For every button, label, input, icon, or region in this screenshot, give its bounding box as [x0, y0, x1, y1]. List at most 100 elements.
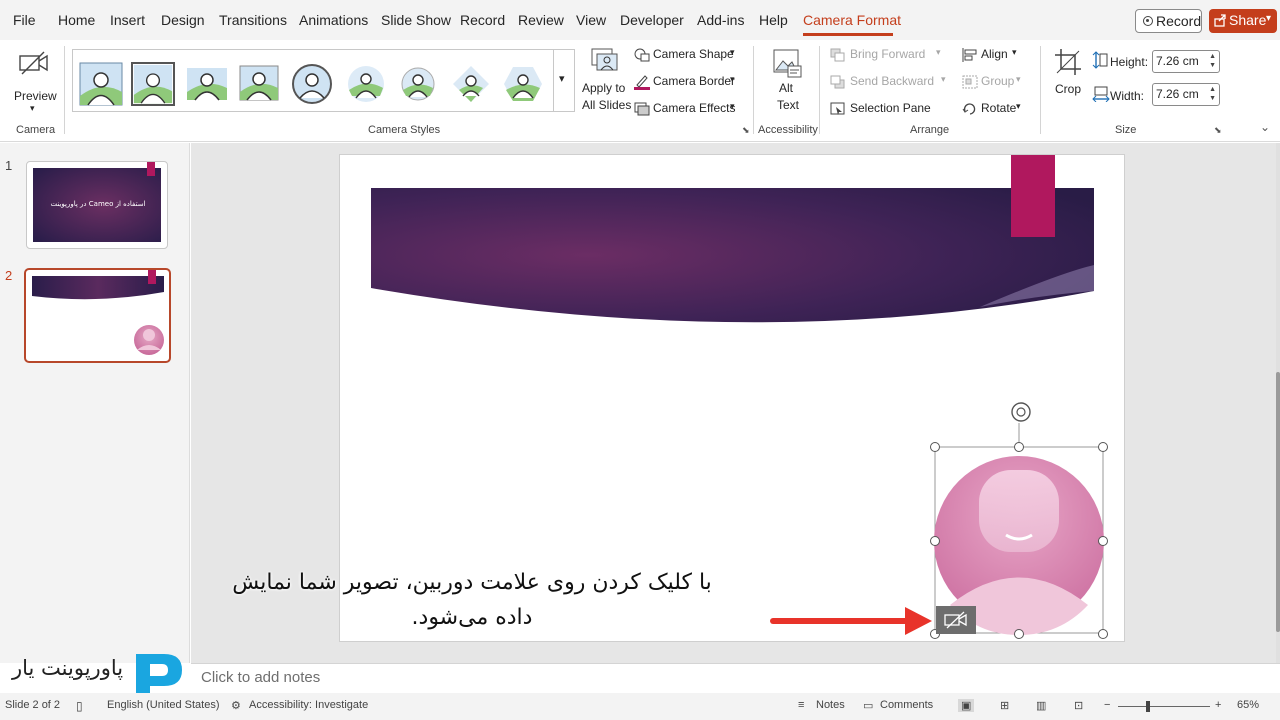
language-status[interactable]: English (United States) [107, 699, 220, 711]
tab-design[interactable]: Design [161, 12, 205, 28]
notes-toggle[interactable]: Notes [816, 699, 845, 711]
apply-to-all-slides-button[interactable]: Apply to All Slides [579, 46, 631, 118]
group-label: Group [981, 74, 1015, 88]
camera-border-button[interactable]: Camera Border ▾ [634, 73, 742, 93]
zoom-in-icon[interactable]: + [1215, 699, 1221, 711]
camera-style-1[interactable] [79, 62, 123, 106]
dialog-launcher-icon[interactable]: ⬊ [1214, 125, 1222, 136]
camera-style-person-icon [348, 66, 384, 102]
menu-bar: File Home Insert Design Transitions Anim… [0, 0, 1280, 40]
brand-logo-icon [136, 654, 182, 694]
slide-thumbnail-1[interactable]: استفاده از Cameo در پاورپوینت [26, 161, 168, 249]
divider [1040, 46, 1041, 134]
dialog-launcher-icon[interactable]: ⬊ [742, 125, 750, 136]
camera-style-2[interactable] [131, 62, 175, 106]
camera-style-4[interactable] [237, 62, 281, 106]
camera-style-6[interactable] [344, 62, 388, 106]
share-icon [1214, 14, 1226, 27]
tab-animations[interactable]: Animations [299, 12, 368, 28]
zoom-slider[interactable] [1118, 706, 1210, 707]
comments-toggle[interactable]: Comments [880, 699, 933, 711]
tab-add-ins[interactable]: Add-ins [697, 12, 744, 28]
apply-slides-icon [591, 48, 618, 71]
notes-pane[interactable]: Click to add notes [191, 663, 1280, 693]
group-icon [962, 75, 978, 89]
camera-style-5[interactable] [290, 62, 334, 106]
camera-effects-button[interactable]: Camera Effects ▾ [634, 100, 742, 120]
gallery-more-button[interactable]: ▾ [553, 50, 574, 111]
share-button[interactable]: Share ▾ [1209, 9, 1277, 33]
alt-text-icon [773, 49, 802, 78]
tab-camera-format[interactable]: Camera Format [803, 12, 901, 28]
tab-home[interactable]: Home [58, 12, 95, 28]
camera-style-9[interactable] [501, 62, 545, 106]
selection-pane-icon [830, 102, 845, 115]
notes-placeholder: Click to add notes [201, 669, 321, 686]
tab-help[interactable]: Help [759, 12, 788, 28]
chevron-down-icon: ▾ [730, 101, 735, 111]
selection-pane-label: Selection Pane [850, 101, 931, 115]
normal-view-icon[interactable]: ▣ [958, 699, 975, 712]
height-spinner[interactable]: ▲ ▼ [1209, 52, 1216, 70]
tab-slide-show[interactable]: Slide Show [381, 12, 451, 28]
effects-icon [634, 102, 650, 116]
chevron-down-icon: ▾ [1016, 101, 1021, 111]
camera-styles-gallery: ▾ [72, 49, 575, 112]
alt-text-button[interactable]: Alt Text [768, 46, 808, 118]
size-group-label: Size [1115, 124, 1137, 136]
record-icon [1143, 16, 1153, 26]
rotate-handle-icon[interactable] [1011, 402, 1031, 422]
height-input[interactable]: 7.26 cm ▲ ▼ [1152, 50, 1220, 73]
camera-shape-button[interactable]: Camera Shape ▾ [634, 46, 742, 66]
camera-style-person-icon [401, 67, 435, 101]
tab-view[interactable]: View [576, 12, 606, 28]
bring-forward-label: Bring Forward [850, 47, 926, 61]
zoom-slider-thumb[interactable] [1146, 701, 1150, 712]
record-button[interactable]: Record [1135, 9, 1202, 33]
accent-bookmark [1011, 155, 1055, 237]
chevron-down-icon: ▾ [1016, 74, 1021, 84]
accessibility-status[interactable]: Accessibility: Investigate [249, 699, 368, 711]
chevron-down-icon: ▾ [936, 47, 941, 57]
width-value: 7.26 cm [1156, 87, 1199, 101]
spellcheck-icon[interactable]: ▯ [76, 699, 83, 713]
chevron-down-icon: ▾ [941, 74, 946, 84]
camera-style-7[interactable] [396, 62, 440, 106]
instruction-caption-line2: داده می‌شود. [411, 605, 533, 630]
status-bar: Slide 2 of 2 ▯ English (United States) ⚙… [0, 693, 1280, 720]
width-input[interactable]: 7.26 cm ▲ ▼ [1152, 83, 1220, 106]
tab-transitions[interactable]: Transitions [219, 12, 287, 28]
accessibility-icon[interactable]: ⚙ [231, 699, 241, 712]
preview-label: Preview [14, 89, 57, 103]
tab-developer[interactable]: Developer [620, 12, 684, 28]
slide-thumbnail-2[interactable] [24, 268, 171, 363]
crop-icon [1055, 49, 1081, 75]
divider [64, 46, 65, 134]
slideshow-view-icon[interactable]: ⊡ [1074, 699, 1083, 712]
crop-button[interactable]: Crop [1050, 46, 1086, 106]
slide-sorter-icon[interactable]: ⊞ [1000, 699, 1009, 712]
align-button[interactable]: Align ▾ [962, 46, 1022, 66]
zoom-out-icon[interactable]: − [1104, 699, 1110, 711]
rotate-button[interactable]: Rotate ▾ [962, 100, 1026, 120]
share-chevron-icon[interactable]: ▾ [1266, 13, 1271, 24]
arrange-group-label: Arrange [910, 124, 950, 136]
slide-canvas[interactable] [339, 154, 1125, 642]
camera-style-3[interactable] [185, 62, 229, 106]
scrollbar-thumb[interactable] [1276, 372, 1280, 632]
chevron-down-icon: ▾ [559, 73, 565, 85]
reading-view-icon[interactable]: ▥ [1036, 699, 1046, 712]
camera-style-person-icon [133, 64, 173, 104]
zoom-level[interactable]: 65% [1237, 699, 1259, 711]
tab-file[interactable]: File [13, 12, 36, 28]
selection-pane-button[interactable]: Selection Pane [830, 100, 931, 120]
tab-insert[interactable]: Insert [110, 12, 145, 28]
tab-review[interactable]: Review [518, 12, 564, 28]
collapse-ribbon-icon[interactable]: ⌄ [1260, 120, 1270, 134]
camera-toggle-button[interactable] [936, 606, 976, 634]
camera-off-icon [19, 51, 48, 75]
width-spinner[interactable]: ▲ ▼ [1209, 85, 1216, 103]
preview-button[interactable]: Preview ▾ [10, 46, 58, 116]
tab-record[interactable]: Record [460, 12, 505, 28]
camera-style-8[interactable] [449, 62, 493, 106]
